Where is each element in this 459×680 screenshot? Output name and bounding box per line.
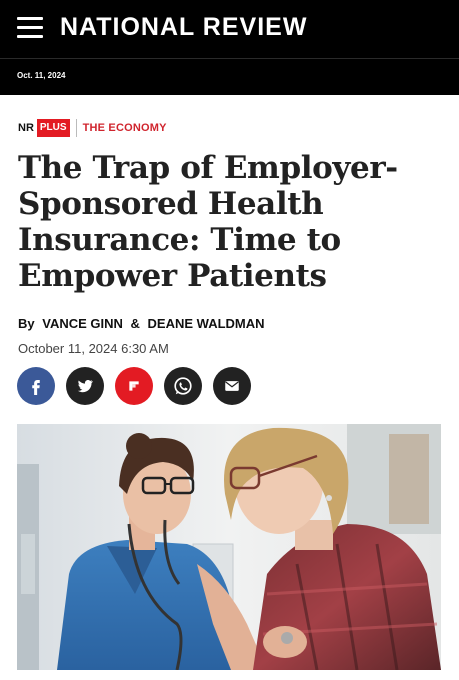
whatsapp-icon: [174, 377, 192, 395]
twitter-share-button[interactable]: [66, 367, 104, 405]
twitter-icon: [77, 379, 94, 393]
byline: By VANCE GINN & DEANE WALDMAN: [18, 316, 265, 331]
byline-ampersand: &: [130, 316, 140, 331]
nurse-patient-photo: [17, 424, 441, 670]
article-hero-image: [17, 424, 441, 670]
publish-date: October 11, 2024 6:30 AM: [18, 341, 169, 356]
hamburger-menu-icon[interactable]: [17, 17, 43, 39]
article-tags: NR PLUS THE ECONOMY: [18, 118, 167, 138]
whatsapp-share-button[interactable]: [164, 367, 202, 405]
author-link[interactable]: DEANE WALDMAN: [148, 316, 265, 331]
facebook-share-button[interactable]: [17, 367, 55, 405]
share-buttons: [17, 367, 262, 405]
facebook-icon: [32, 380, 40, 395]
plus-badge[interactable]: PLUS: [36, 119, 70, 137]
email-share-button[interactable]: [213, 367, 251, 405]
nr-tag[interactable]: NR: [18, 122, 34, 134]
flipboard-share-button[interactable]: [115, 367, 153, 405]
article-headline: The Trap of Employer-Sponsored Health In…: [18, 150, 398, 294]
flipboard-icon: [129, 381, 139, 391]
tag-divider: [75, 119, 77, 137]
email-icon: [225, 381, 239, 391]
byline-prefix: By: [18, 316, 35, 331]
header-date: Oct. 11, 2024: [17, 71, 66, 80]
author-link[interactable]: VANCE GINN: [42, 316, 123, 331]
date-bar: Oct. 11, 2024: [0, 58, 459, 95]
site-logo[interactable]: NATIONAL REVIEW: [60, 13, 307, 42]
site-header: NATIONAL REVIEW: [0, 0, 459, 58]
category-link[interactable]: THE ECONOMY: [83, 122, 167, 134]
